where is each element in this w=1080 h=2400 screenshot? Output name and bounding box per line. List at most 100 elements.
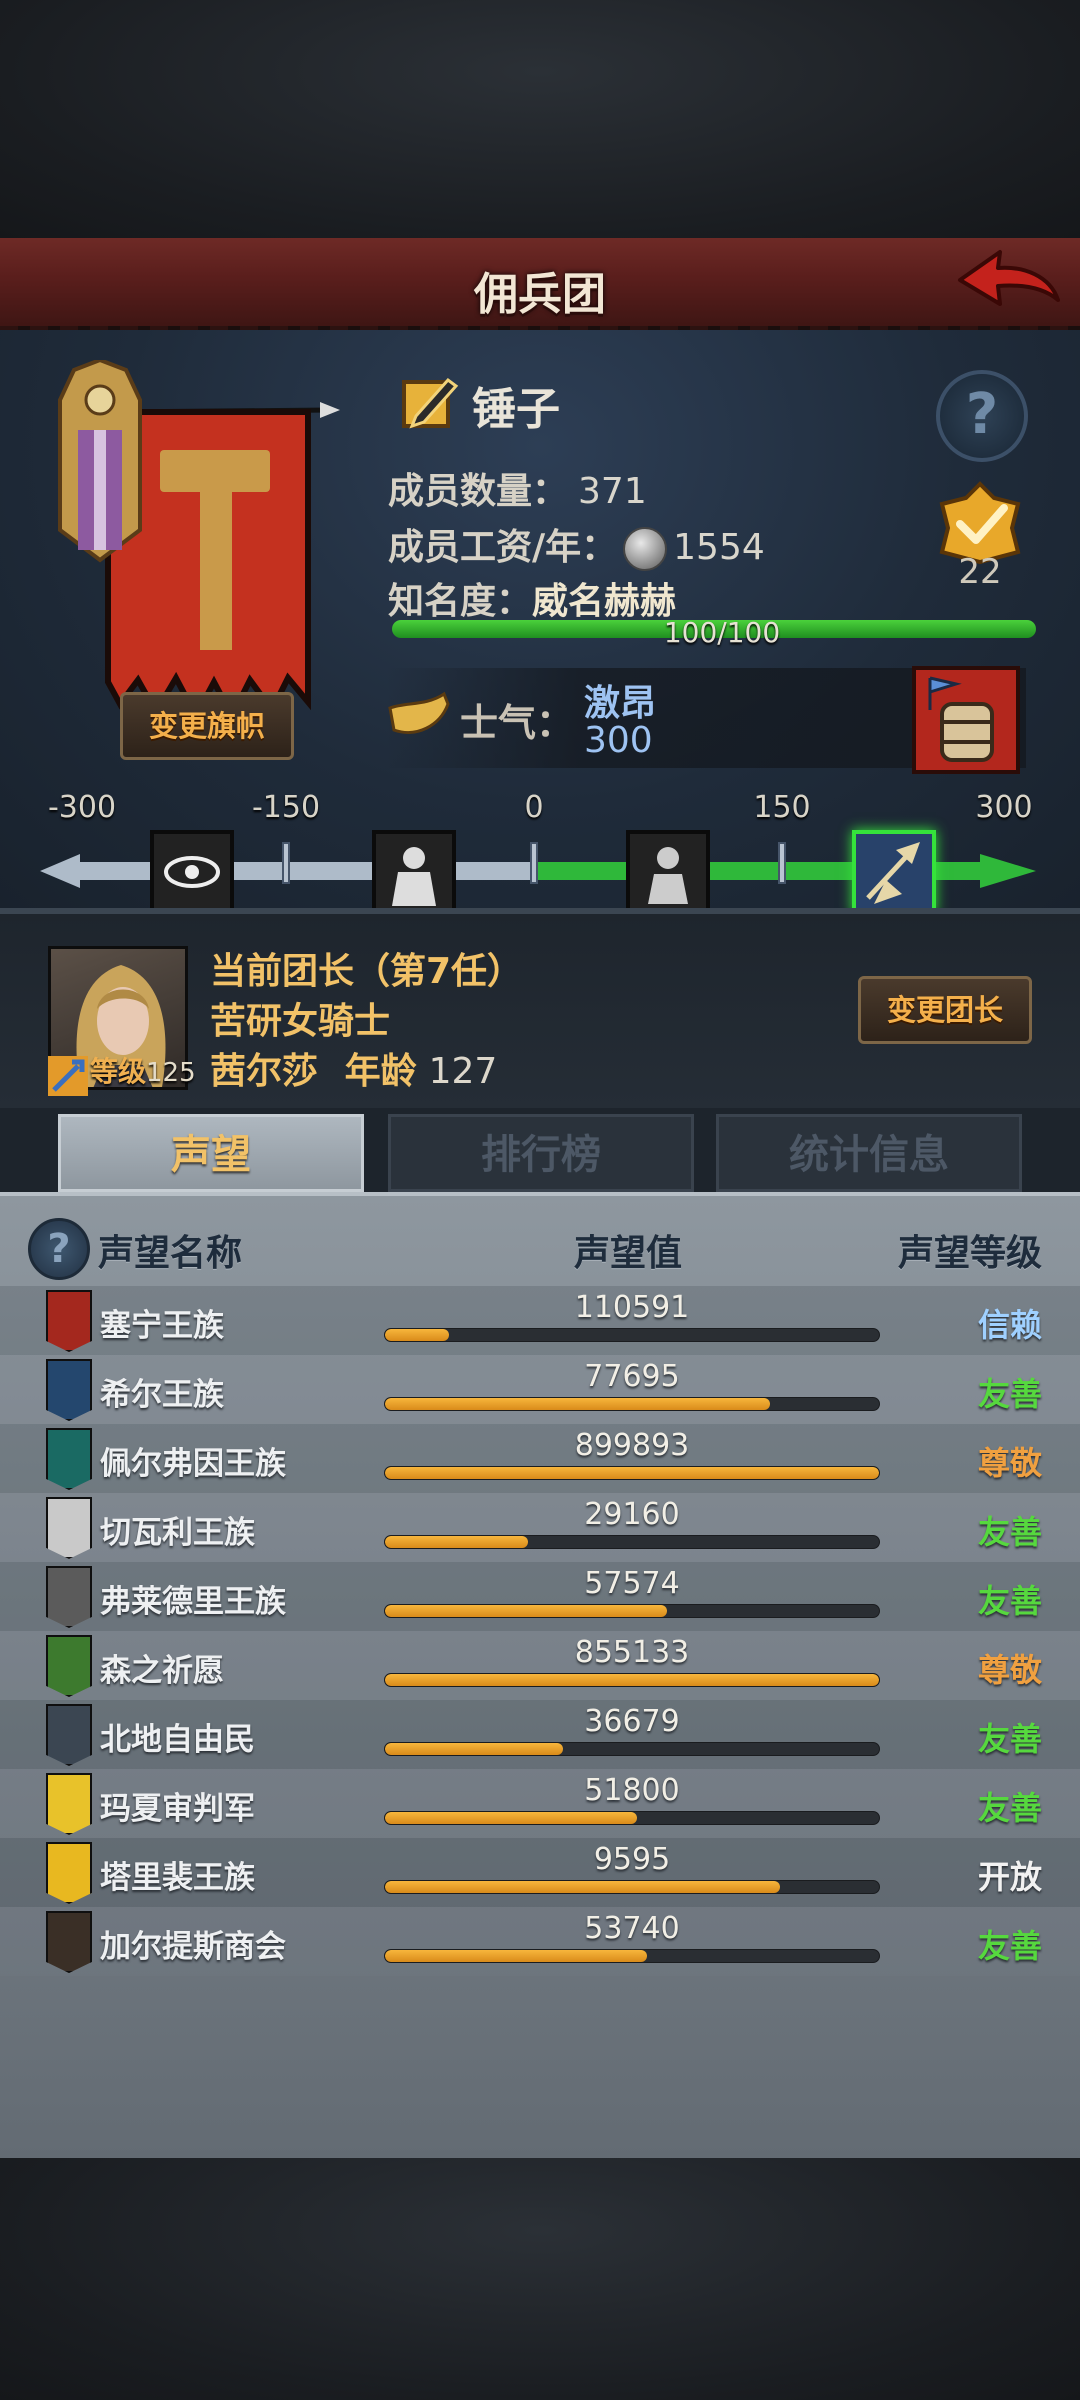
faction-reputation-value: 899893 (574, 1428, 690, 1463)
faction-reputation-bar (384, 1673, 880, 1687)
faction-name: 塔里裴王族 (100, 1860, 255, 1896)
faction-reputation-bar (384, 1535, 880, 1549)
faction-reputation-bar (384, 1466, 880, 1480)
help-icon[interactable]: ? (936, 370, 1028, 462)
faction-reputation-fill (385, 1674, 879, 1686)
scale-label: 150 (753, 790, 811, 825)
leader-name: 茜尔莎 (210, 1051, 319, 1092)
faction-name: 玛夏审判军 (100, 1791, 255, 1827)
morale-scale: -300 -150 0 150 300 (40, 790, 1040, 920)
faction-name: 塞宁王族 (100, 1308, 224, 1344)
faction-reputation-fill (385, 1536, 529, 1548)
faction-reputation-fill (385, 1950, 647, 1962)
guild-name: 锤子 (472, 384, 560, 435)
morale-label: 士气： (460, 701, 575, 745)
member-wage-value: 1554 (673, 527, 765, 568)
morale-barrel-icon[interactable] (912, 666, 1020, 774)
scale-label: -300 (47, 790, 117, 825)
back-button[interactable] (954, 246, 1064, 326)
faction-reputation-bar (384, 1328, 880, 1342)
faction-reputation-level: 友善 (977, 1582, 1042, 1620)
faction-crest-icon (46, 1842, 92, 1904)
reputation-row[interactable]: 切瓦利王族 29160 友善 (0, 1493, 1080, 1562)
reputation-help-icon[interactable]: ? (28, 1218, 90, 1280)
change-banner-button[interactable]: 变更旗帜 (120, 692, 294, 760)
top-background (0, 0, 1080, 238)
faction-reputation-level: 友善 (977, 1375, 1042, 1413)
faction-crest-icon (46, 1704, 92, 1766)
faction-reputation-value: 53740 (584, 1911, 680, 1946)
faction-crest-icon (46, 1428, 92, 1490)
leader-name-age: 茜尔莎 年龄 127 (210, 1042, 497, 1094)
morale-stage-eye-icon[interactable] (150, 830, 234, 914)
tab-ranking[interactable]: 排行榜 (388, 1114, 694, 1192)
faction-reputation-fill (385, 1743, 563, 1755)
leader-age-label: 年龄 (344, 1051, 417, 1092)
scale-tick (530, 842, 538, 884)
member-count-label: 成员数量： (388, 471, 569, 512)
faction-reputation-value: 77695 (584, 1359, 680, 1394)
faction-name: 佩尔弗因王族 (100, 1446, 286, 1482)
col-reputation-value: 声望值 (574, 1233, 683, 1274)
faction-reputation-fill (385, 1467, 879, 1479)
faction-reputation-fill (385, 1398, 771, 1410)
faction-reputation-level: 尊敬 (977, 1444, 1042, 1482)
col-reputation-name: 声望名称 (98, 1233, 243, 1274)
leader-panel: 等级125 当前团长（第7任） 苦研女骑士 茜尔莎 年龄 127 变更团长 (0, 908, 1080, 1108)
faction-crest-icon (46, 1359, 92, 1421)
change-leader-button[interactable]: 变更团长 (858, 976, 1032, 1044)
leader-level-label: 等级 (90, 1055, 147, 1088)
reputation-header: ? 声望名称 声望值 声望等级 (0, 1214, 1080, 1282)
sword-class-icon (48, 1056, 88, 1100)
faction-reputation-bar (384, 1604, 880, 1618)
reputation-row[interactable]: 加尔提斯商会 53740 友善 (0, 1907, 1080, 1976)
faction-reputation-fill (385, 1881, 781, 1893)
scale-label: -150 (251, 790, 321, 825)
faction-reputation-level: 开放 (977, 1858, 1042, 1896)
reputation-row[interactable]: 北地自由民 36679 友善 (0, 1700, 1080, 1769)
leader-title: 当前团长（第7任） (210, 951, 524, 992)
faction-reputation-level: 尊敬 (977, 1651, 1042, 1689)
rename-icon[interactable] (398, 372, 460, 438)
page-title: 佣兵团 (474, 269, 606, 320)
faction-reputation-fill (385, 1605, 667, 1617)
horn-icon (386, 686, 452, 750)
faction-name: 希尔王族 (100, 1377, 224, 1413)
morale-stage-despair-icon[interactable] (372, 830, 456, 914)
reputation-row[interactable]: 塞宁王族 110591 信赖 (0, 1286, 1080, 1355)
faction-crest-icon (46, 1497, 92, 1559)
reputation-row[interactable]: 希尔王族 77695 友善 (0, 1355, 1080, 1424)
reputation-row[interactable]: 塔里裴王族 9595 开放 (0, 1838, 1080, 1907)
member-count-value: 371 (578, 471, 647, 512)
reputation-row[interactable]: 玛夏审判军 51800 友善 (0, 1769, 1080, 1838)
faction-reputation-level: 友善 (977, 1927, 1042, 1965)
scale-tick (282, 842, 290, 884)
leader-class: 苦研女骑士 (210, 1001, 391, 1042)
member-count: 成员数量： 371 (388, 462, 647, 514)
col-reputation-level: 声望等级 (897, 1233, 1042, 1274)
bottom-background (0, 2158, 1080, 2400)
faction-crest-icon (46, 1290, 92, 1352)
faction-reputation-value: 110591 (574, 1290, 690, 1325)
faction-reputation-value: 51800 (584, 1773, 680, 1808)
morale-stage-charge-icon[interactable] (852, 830, 936, 914)
reputation-row[interactable]: 佩尔弗因王族 899893 尊敬 (0, 1424, 1080, 1493)
leader-age-value: 127 (428, 1051, 498, 1092)
reputation-row[interactable]: 弗莱德里王族 57574 友善 (0, 1562, 1080, 1631)
faction-reputation-bar (384, 1880, 880, 1894)
faction-reputation-value: 9595 (593, 1842, 671, 1877)
faction-name: 加尔提斯商会 (100, 1929, 286, 1965)
faction-reputation-level: 信赖 (977, 1306, 1042, 1344)
tab-reputation[interactable]: 声望 (58, 1114, 364, 1192)
tab-bar: 声望 排行榜 统计信息 (0, 1108, 1080, 1196)
tab-statistics[interactable]: 统计信息 (716, 1114, 1022, 1192)
guild-banner[interactable] (50, 357, 350, 730)
reputation-row[interactable]: 森之祈愿 855133 尊敬 (0, 1631, 1080, 1700)
hammer-banner-icon (58, 357, 340, 723)
morale-stage-calm-icon[interactable] (626, 830, 710, 914)
faction-reputation-bar (384, 1397, 880, 1411)
faction-reputation-value: 29160 (584, 1497, 680, 1532)
member-wage: 成员工资/年： 1554 (388, 518, 765, 571)
scale-tick (778, 842, 786, 884)
faction-reputation-fill (385, 1329, 450, 1341)
